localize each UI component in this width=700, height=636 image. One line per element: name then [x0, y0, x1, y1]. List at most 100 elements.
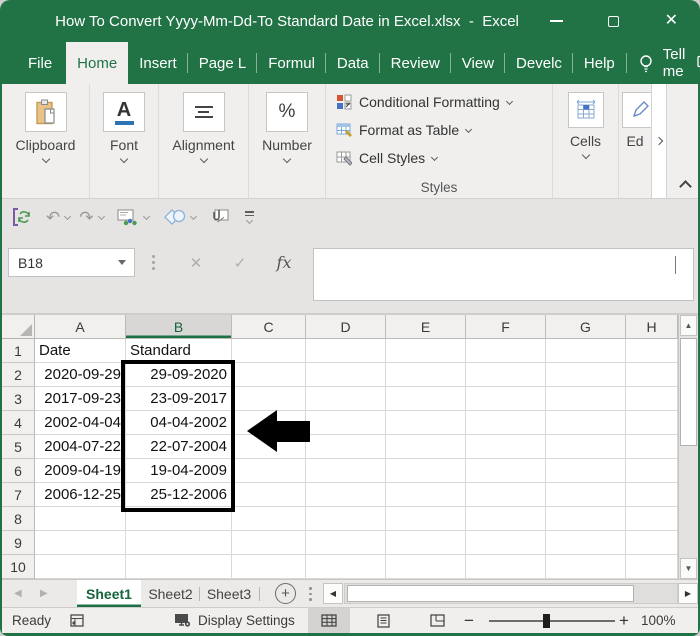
cell-A6[interactable]: 2009-04-19 — [35, 459, 126, 483]
cell-styles-button[interactable]: Cell Styles — [326, 144, 552, 172]
cell-E6[interactable] — [386, 459, 466, 483]
maximize-button[interactable] — [585, 0, 642, 42]
cell-B7[interactable]: 25-12-2006 — [126, 483, 232, 507]
cell-F9[interactable] — [466, 531, 546, 555]
row-header-1[interactable]: 1 — [2, 339, 35, 363]
zoom-slider-track[interactable] — [489, 620, 615, 622]
number-button[interactable]: % — [266, 92, 308, 132]
zoom-level[interactable]: 100% — [641, 608, 676, 633]
alignment-chevron-icon[interactable] — [199, 155, 207, 163]
conditional-formatting-button[interactable]: Conditional Formatting — [326, 88, 552, 116]
cell-D10[interactable] — [306, 555, 386, 579]
collapse-ribbon-button[interactable] — [679, 182, 691, 191]
cell-E1[interactable] — [386, 339, 466, 363]
undo-dropdown-icon[interactable] — [64, 212, 71, 219]
column-header-C[interactable]: C — [232, 315, 306, 339]
cells-button[interactable] — [568, 92, 604, 128]
undo-button[interactable]: ↶ — [46, 199, 60, 235]
cell-H9[interactable] — [626, 531, 678, 555]
view-page-break-button[interactable] — [416, 608, 458, 633]
cancel-button[interactable]: ✕ — [174, 254, 218, 272]
sheet-tab-sheet2[interactable]: Sheet2 — [143, 580, 198, 607]
column-header-H[interactable]: H — [626, 315, 678, 339]
formula-input[interactable] — [313, 248, 694, 301]
cell-D2[interactable] — [306, 363, 386, 387]
cell-D9[interactable] — [306, 531, 386, 555]
display-settings-icon[interactable] — [174, 608, 192, 633]
tab-review[interactable]: Review — [380, 42, 451, 84]
cell-D8[interactable] — [306, 507, 386, 531]
display-settings-label[interactable]: Display Settings — [198, 608, 295, 633]
horizontal-scrollbar[interactable] — [344, 583, 678, 604]
cell-G4[interactable] — [546, 411, 626, 435]
new-sheet-button[interactable]: + — [275, 583, 296, 604]
ribbon-scroll-right-button[interactable] — [651, 84, 667, 198]
cell-D4[interactable] — [306, 411, 386, 435]
cell-E10[interactable] — [386, 555, 466, 579]
cell-H8[interactable] — [626, 507, 678, 531]
name-box[interactable]: B18 — [8, 248, 135, 277]
cell-B1[interactable]: Standard — [126, 339, 232, 363]
cell-C7[interactable] — [232, 483, 306, 507]
zoom-in-button[interactable]: + — [619, 608, 629, 633]
zoom-slider-thumb[interactable] — [543, 614, 550, 628]
row-header-9[interactable]: 9 — [2, 531, 35, 555]
cell-A7[interactable]: 2006-12-25 — [35, 483, 126, 507]
cell-C10[interactable] — [232, 555, 306, 579]
cell-H7[interactable] — [626, 483, 678, 507]
cell-H3[interactable] — [626, 387, 678, 411]
cell-E9[interactable] — [386, 531, 466, 555]
attachment-button[interactable] — [211, 199, 231, 235]
alignment-group[interactable]: Alignment — [159, 84, 249, 198]
save-sync-icon-button[interactable] — [12, 199, 32, 235]
cell-B8[interactable] — [126, 507, 232, 531]
column-header-G[interactable]: G — [546, 315, 626, 339]
close-button[interactable]: ✕ — [643, 0, 700, 42]
cell-E3[interactable] — [386, 387, 466, 411]
cell-F8[interactable] — [466, 507, 546, 531]
row-header-2[interactable]: 2 — [2, 363, 35, 387]
cell-G8[interactable] — [546, 507, 626, 531]
cell-C5[interactable] — [232, 435, 306, 459]
hscroll-right-button[interactable]: ▶ — [678, 583, 698, 604]
cell-C1[interactable] — [232, 339, 306, 363]
font-button[interactable]: A — [103, 92, 145, 132]
column-header-B[interactable]: B — [126, 315, 232, 339]
cell-A10[interactable] — [35, 555, 126, 579]
macro-record-icon[interactable] — [70, 608, 85, 633]
mail-merge-button[interactable] — [117, 199, 139, 235]
tab-formulas[interactable]: Formul — [257, 42, 326, 84]
cell-B4[interactable]: 04-04-2002 — [126, 411, 232, 435]
cell-C8[interactable] — [232, 507, 306, 531]
tabbar-handle[interactable] — [309, 587, 312, 601]
cell-B10[interactable] — [126, 555, 232, 579]
view-page-layout-button[interactable] — [362, 608, 404, 633]
tab-developer[interactable]: Develc — [505, 42, 573, 84]
sheet-tab-sheet3[interactable]: Sheet3 — [201, 580, 257, 607]
cell-A4[interactable]: 2002-04-04 — [35, 411, 126, 435]
tab-insert[interactable]: Insert — [128, 42, 188, 84]
row-header-6[interactable]: 6 — [2, 459, 35, 483]
redo-dropdown-icon[interactable] — [97, 212, 104, 219]
column-header-A[interactable]: A — [35, 315, 126, 339]
cell-D1[interactable] — [306, 339, 386, 363]
cell-F3[interactable] — [466, 387, 546, 411]
cell-G9[interactable] — [546, 531, 626, 555]
cell-H2[interactable] — [626, 363, 678, 387]
cell-D6[interactable] — [306, 459, 386, 483]
clipboard-chevron-icon[interactable] — [41, 155, 49, 163]
cell-C4[interactable] — [232, 411, 306, 435]
paste-button[interactable] — [25, 92, 67, 132]
row-header-7[interactable]: 7 — [2, 483, 35, 507]
font-group[interactable]: A Font — [90, 84, 159, 198]
cell-H6[interactable] — [626, 459, 678, 483]
column-header-D[interactable]: D — [306, 315, 386, 339]
row-header-3[interactable]: 3 — [2, 387, 35, 411]
cell-B2[interactable]: 29-09-2020 — [126, 363, 232, 387]
alignment-button[interactable] — [183, 92, 225, 132]
cell-G6[interactable] — [546, 459, 626, 483]
cell-G5[interactable] — [546, 435, 626, 459]
shapes-button[interactable] — [162, 199, 186, 235]
row-header-8[interactable]: 8 — [2, 507, 35, 531]
tab-home[interactable]: Home — [66, 42, 128, 84]
